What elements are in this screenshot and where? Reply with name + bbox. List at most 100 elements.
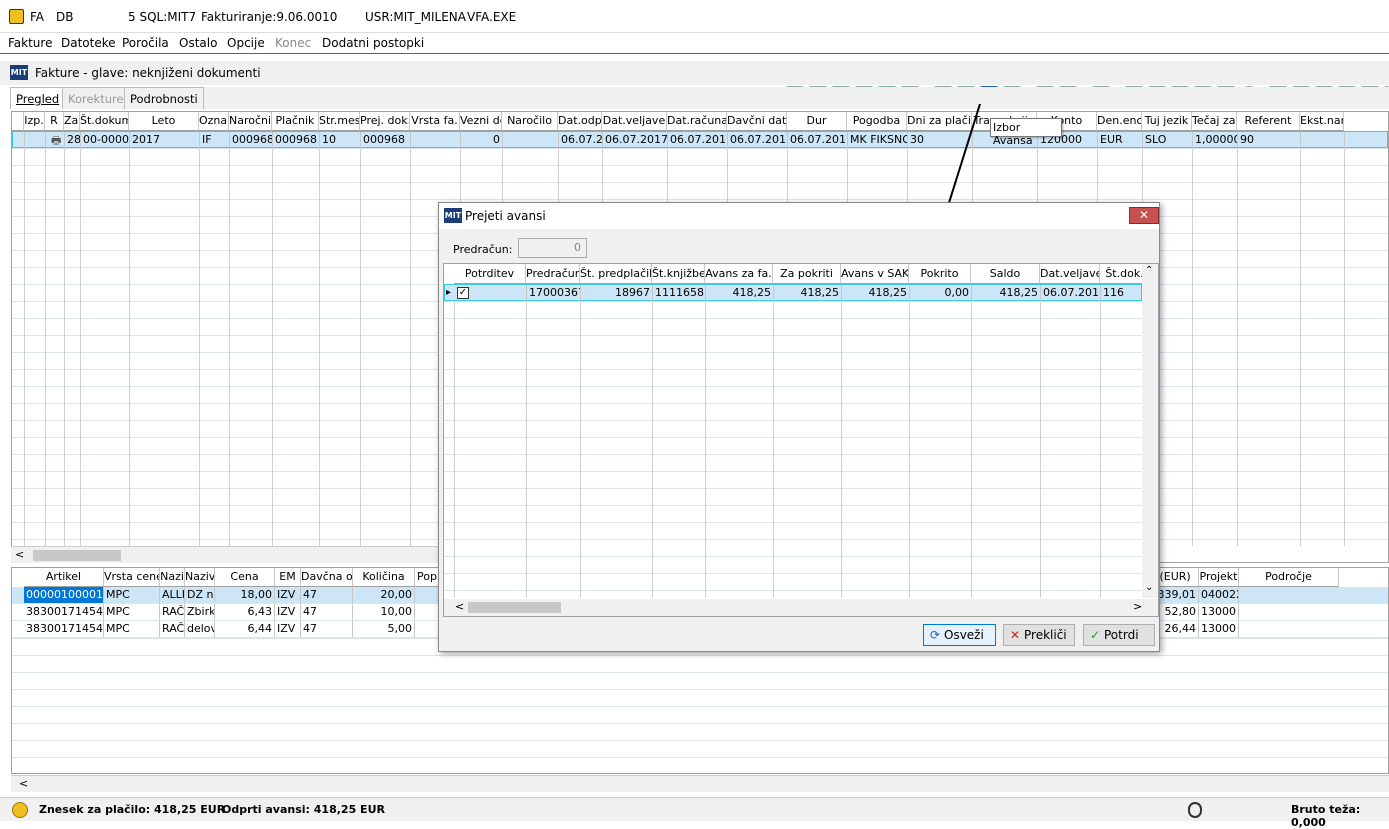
cancel-button[interactable]: ✕ Prekliči <box>1003 624 1075 646</box>
coins-icon <box>12 802 28 818</box>
row-line <box>444 318 1142 319</box>
items-col-header: Količina <box>353 568 415 587</box>
col-line <box>1100 301 1101 598</box>
menu-dodatni-postopki[interactable]: Dodatni postopki <box>322 36 424 50</box>
tooltip: Izbor Avansa <box>990 118 1062 147</box>
title-bar: FA DB 5 SQL:MIT7 Fakturiranje:9.06.0010 … <box>0 0 1389 33</box>
app-icon <box>9 9 24 24</box>
scroll-up-arrow[interactable]: ⌃ <box>1145 265 1153 276</box>
items-hscrollbar[interactable]: < <box>11 775 1389 792</box>
row-line <box>12 757 1388 758</box>
items-cell: 10,00 <box>353 604 415 620</box>
invoice-hscrollbar[interactable]: < <box>11 546 438 563</box>
tab-korekture[interactable]: Korekture <box>62 87 130 109</box>
col-line <box>24 148 25 546</box>
items-cell: RAČ <box>162 621 185 637</box>
menu-datoteke[interactable]: Datoteke <box>61 36 116 50</box>
cancel-icon: ✕ <box>1010 628 1021 642</box>
scroll-left-arrow[interactable]: < <box>19 777 28 790</box>
scroll-left-arrow[interactable]: < <box>15 548 24 561</box>
avansi-cell: 418,25 <box>972 285 1041 301</box>
items-cell: 3830017145435 <box>26 621 104 637</box>
main-col-header: Oznaka <box>199 112 229 131</box>
app-version: Fakturiranje:9.06.0010 <box>201 10 338 24</box>
printer-icon: 🖶 <box>51 134 62 147</box>
main-col-header: Referent <box>1237 112 1300 131</box>
tab-pregled[interactable]: Pregled <box>10 87 66 109</box>
potrditev-checkbox[interactable]: ✓ <box>457 287 469 299</box>
tab-podrobnosti[interactable]: Podrobnosti <box>124 87 204 109</box>
menu-ostalo[interactable]: Ostalo <box>179 36 217 50</box>
row-line <box>444 335 1142 336</box>
menu-fakture[interactable]: Fakture <box>8 36 52 50</box>
col-line <box>360 148 361 546</box>
row-line <box>12 182 1388 183</box>
avansi-cell: 418,25 <box>842 285 910 301</box>
items-col-header: Cena <box>215 568 275 587</box>
invoice-cell: IF <box>200 132 230 148</box>
confirm-button[interactable]: ✓ Potrdi <box>1083 624 1155 646</box>
main-col-header: Pogodba <box>847 112 907 131</box>
row-line <box>444 471 1142 472</box>
main-col-header: Izp. <box>24 112 45 131</box>
invoice-cell <box>411 132 461 148</box>
avansi-vscrollbar[interactable]: ⌃ ⌄ <box>1142 264 1158 598</box>
refresh-button[interactable]: ⟳ Osveži <box>923 624 996 646</box>
main-col-header: Naročilo <box>502 112 558 131</box>
scroll-down-arrow[interactable]: ⌄ <box>1145 582 1153 593</box>
row-line <box>444 522 1142 523</box>
weight-icon <box>1188 802 1202 818</box>
avansi-cell: 1111658 <box>655 285 706 301</box>
menu-opcije[interactable]: Opcije <box>227 36 265 50</box>
invoice-cell: 2017 <box>130 132 200 148</box>
menu-porocila[interactable]: Poročila <box>122 36 169 50</box>
items-col-header: Davčna oz. <box>301 568 353 587</box>
col-line <box>199 148 200 546</box>
avansi-col-header: Predračun <box>526 264 580 284</box>
items-cell: MPC <box>104 587 160 603</box>
invoice-cell <box>13 132 25 148</box>
items-cell: Zbirka <box>187 604 215 620</box>
items-col-header: Nazi <box>160 568 185 587</box>
main-col-header: Dur <box>787 112 847 131</box>
avansi-cell: 418,25 <box>774 285 842 301</box>
avansi-hscrollbar[interactable]: < > <box>444 599 1158 616</box>
avansi-col-header: Št.knjižbe <box>652 264 705 284</box>
items-cell: ALLI <box>162 587 185 603</box>
invoice-row[interactable]: 28162400-000002017IF00096800096810000968… <box>12 131 1388 148</box>
predracun-input[interactable]: 0 <box>518 238 587 258</box>
col-line <box>1192 148 1193 546</box>
close-icon[interactable]: ✕ <box>1129 207 1159 224</box>
items-col-header: Področje <box>1239 568 1339 587</box>
invoice-cell: 000968 <box>273 132 320 148</box>
avansi-col-header: Potrditev <box>454 264 526 284</box>
avansi-col-header: Avans za fa. <box>705 264 773 284</box>
col-line <box>1040 301 1041 598</box>
invoice-cell: 90 <box>1238 132 1301 148</box>
dialog-titlebar: MIT Prejeti avansi ✕ <box>439 203 1159 229</box>
menu-konec[interactable]: Konec <box>275 36 311 50</box>
avansi-row[interactable]: 17000367 18967 1111658 418,25 418,25 418,25 0,… <box>444 284 1151 301</box>
bruto-teza: Bruto teža: 0,000 <box>1291 803 1361 829</box>
invoice-cell: 00-00000 <box>83 132 130 148</box>
row-line <box>444 454 1142 455</box>
main-col-header <box>12 112 24 131</box>
col-line <box>526 301 527 598</box>
invoice-cell: 06.07.2017 <box>730 132 788 148</box>
col-line <box>580 301 581 598</box>
main-col-header: R <box>45 112 64 131</box>
col-line <box>454 301 455 598</box>
scroll-thumb[interactable] <box>33 550 121 561</box>
avansi-col-header: Št. predplačila <box>580 264 652 284</box>
row-line <box>12 199 1388 200</box>
scroll-right-arrow[interactable]: > <box>1133 600 1142 613</box>
scroll-left-arrow[interactable]: < <box>455 600 464 613</box>
items-col-header: Naziv 2 <box>185 568 215 587</box>
main-col-header: Št.dokumenta <box>80 112 129 131</box>
invoice-cell <box>25 132 46 148</box>
items-cell: 13000 <box>1199 621 1239 637</box>
col-line <box>705 301 706 598</box>
row-line <box>12 740 1388 741</box>
scroll-thumb[interactable] <box>468 602 561 613</box>
app-name: FA <box>30 10 45 24</box>
